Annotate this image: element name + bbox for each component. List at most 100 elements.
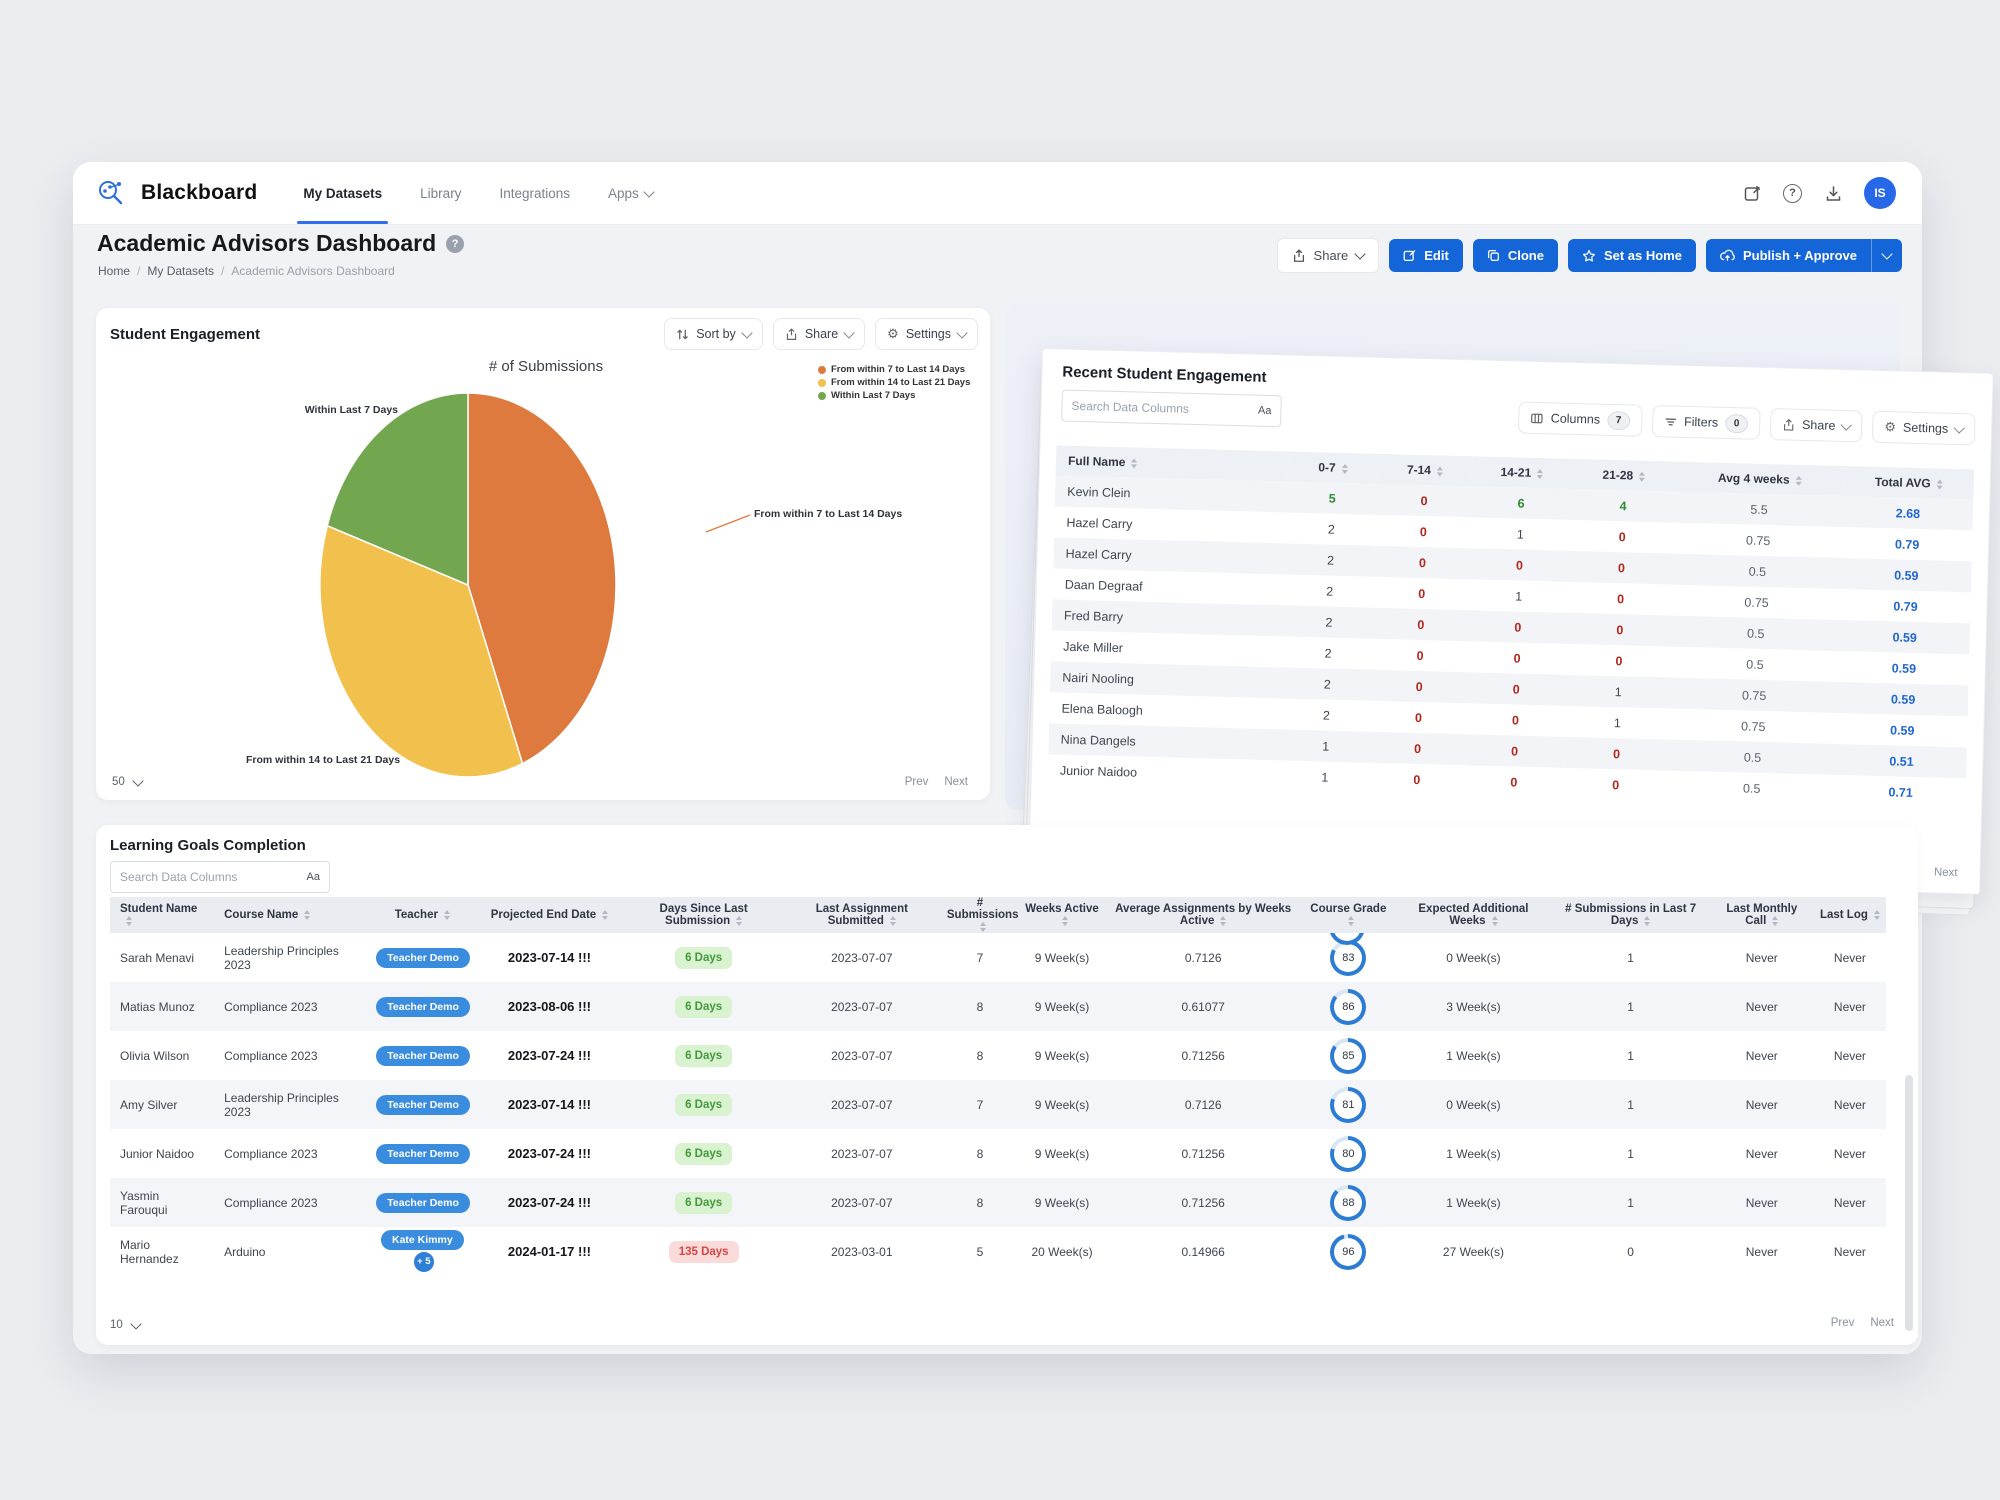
column-header[interactable]: Avg 4 weeks <box>1675 462 1844 496</box>
teacher-pill[interactable]: Teacher Demo <box>376 997 470 1017</box>
sort-toggle[interactable] <box>1348 916 1354 926</box>
sort-toggle[interactable] <box>1492 916 1498 926</box>
sort-toggle[interactable] <box>1131 458 1137 468</box>
column-header[interactable]: Teacher <box>370 897 474 933</box>
sort-toggle[interactable] <box>1874 910 1880 920</box>
breadcrumb-my-datasets[interactable]: My Datasets <box>147 264 214 278</box>
last-monthly-call-cell: Never <box>1710 982 1814 1031</box>
set-as-home-button[interactable]: Set as Home <box>1568 239 1696 272</box>
breadcrumb-home[interactable]: Home <box>98 264 130 278</box>
column-header[interactable]: Expected Additional Weeks <box>1395 897 1551 933</box>
table-row[interactable]: Mario HernandezArduinoKate Kimmy+ 52024-… <box>110 1227 1886 1276</box>
columns-count-badge: 7 <box>1607 410 1630 430</box>
next-button[interactable]: Next <box>944 776 968 788</box>
avg-assignments-cell: 0.61077 <box>1105 982 1301 1031</box>
column-header[interactable]: 21-28 <box>1571 459 1676 492</box>
column-header[interactable]: Average Assignments by Weeks Active <box>1105 897 1301 933</box>
column-header[interactable]: Last Log <box>1814 897 1886 933</box>
next-button[interactable]: Next <box>1870 1317 1894 1329</box>
sort-toggle[interactable] <box>1062 916 1068 926</box>
table-settings-button[interactable]: ⚙ Settings <box>1872 411 1976 446</box>
user-avatar[interactable]: IS <box>1864 177 1896 209</box>
sort-toggle[interactable] <box>602 910 608 920</box>
column-header[interactable]: Last Monthly Call <box>1710 897 1814 933</box>
teacher-pill[interactable]: Teacher Demo <box>376 1144 470 1164</box>
table-row[interactable]: Sarah MenaviLeadership Principles 2023Te… <box>110 933 1886 982</box>
nav-tab-library[interactable]: Library <box>420 162 461 224</box>
page-size-select[interactable]: 10 <box>110 1319 140 1331</box>
download-icon[interactable] <box>1824 184 1842 202</box>
help-icon[interactable]: ? <box>1783 184 1802 203</box>
column-header[interactable]: Days Since Last Submission <box>625 897 783 933</box>
column-header[interactable]: Student Name <box>110 897 214 933</box>
nav-tab-my-datasets[interactable]: My Datasets <box>303 162 382 224</box>
title-help-icon[interactable]: ? <box>446 235 464 253</box>
column-header[interactable]: Weeks Active <box>1019 897 1105 933</box>
next-button[interactable]: Next <box>1934 867 1958 880</box>
sort-toggle[interactable] <box>890 916 896 926</box>
teacher-pill[interactable]: Teacher Demo <box>376 1046 470 1066</box>
teacher-pill[interactable]: Teacher Demo <box>376 1193 470 1213</box>
sort-toggle[interactable] <box>1537 469 1543 479</box>
sort-toggle[interactable] <box>126 916 132 926</box>
submissions-pie-chart[interactable] <box>96 308 990 800</box>
panel-title: Learning Goals Completion <box>110 837 306 854</box>
publish-approve-button[interactable]: Publish + Approve <box>1706 239 1871 272</box>
column-header[interactable]: 14-21 <box>1472 456 1573 489</box>
compose-icon[interactable] <box>1743 184 1761 202</box>
filters-button[interactable]: Filters 0 <box>1652 405 1761 440</box>
projected-end-date-cell: 2023-07-14 !!! <box>474 1080 624 1129</box>
sort-toggle[interactable] <box>736 916 742 926</box>
sort-toggle[interactable] <box>1341 464 1347 474</box>
vertical-scrollbar[interactable] <box>1905 1075 1913 1331</box>
sort-toggle[interactable] <box>1936 479 1942 489</box>
sort-toggle[interactable] <box>1639 472 1645 482</box>
page-size-select[interactable]: 50 <box>112 776 142 788</box>
teacher-extra-badge[interactable]: + 5 <box>412 1250 436 1274</box>
column-header[interactable]: 7-14 <box>1378 454 1473 486</box>
clone-button[interactable]: Clone <box>1473 239 1558 272</box>
table-row[interactable]: Yasmin FarouquiCompliance 2023Teacher De… <box>110 1178 1886 1227</box>
teacher-pill[interactable]: Teacher Demo <box>376 1095 470 1115</box>
sort-toggle[interactable] <box>1220 916 1226 926</box>
nav-tab-apps[interactable]: Apps <box>608 162 653 224</box>
share-button[interactable]: Share <box>1277 238 1380 273</box>
column-header[interactable]: Total AVG <box>1843 466 1974 499</box>
sort-toggle[interactable] <box>444 910 450 920</box>
column-header[interactable]: Course Grade <box>1301 897 1395 933</box>
table-row[interactable]: Olivia WilsonCompliance 2023Teacher Demo… <box>110 1031 1886 1080</box>
publish-more-button[interactable] <box>1871 239 1902 272</box>
column-header[interactable]: 0-7 <box>1288 451 1379 483</box>
teacher-pill[interactable]: Teacher Demo <box>376 948 470 968</box>
table-row[interactable]: Matias MunozCompliance 2023Teacher Demo2… <box>110 982 1886 1031</box>
nav-tab-integrations[interactable]: Integrations <box>499 162 570 224</box>
table-share-button[interactable]: Share <box>1770 408 1863 442</box>
edit-button[interactable]: Edit <box>1389 239 1463 272</box>
value-cell: 0 <box>1463 765 1564 799</box>
sort-toggle[interactable] <box>1772 916 1778 926</box>
column-header[interactable]: # Submissions <box>941 897 1019 933</box>
avg-assignments-cell: 0.71256 <box>1105 1178 1301 1227</box>
teacher-pill[interactable]: Kate Kimmy <box>381 1230 464 1250</box>
search-data-columns-input[interactable]: Search Data Columns Aa <box>1061 390 1282 428</box>
value-cell: 0 <box>1467 610 1568 644</box>
prev-button[interactable]: Prev <box>1831 1317 1855 1329</box>
table-row[interactable]: Junior NaidooCompliance 2023Teacher Demo… <box>110 1129 1886 1178</box>
match-case-toggle[interactable]: Aa <box>1258 405 1272 417</box>
column-header[interactable]: Projected End Date <box>474 897 624 933</box>
table-row[interactable]: Amy SilverLeadership Principles 2023Teac… <box>110 1080 1886 1129</box>
sort-toggle[interactable] <box>1795 476 1801 486</box>
course-name-cell: Leadership Principles 2023 <box>214 933 370 982</box>
sort-toggle[interactable] <box>1437 466 1443 476</box>
column-header[interactable]: Course Name <box>214 897 370 933</box>
search-data-columns-input[interactable]: Search Data Columns Aa <box>110 861 330 893</box>
sort-toggle[interactable] <box>1644 916 1650 926</box>
last-monthly-call-cell: Never <box>1710 1031 1814 1080</box>
sort-toggle[interactable] <box>304 910 310 920</box>
column-header[interactable]: # Submissions in Last 7 Days <box>1552 897 1710 933</box>
prev-button[interactable]: Prev <box>905 776 929 788</box>
match-case-toggle[interactable]: Aa <box>307 871 320 883</box>
columns-button[interactable]: Columns 7 <box>1518 402 1642 437</box>
sort-toggle[interactable] <box>980 922 986 932</box>
column-header[interactable]: Last Assignment Submitted <box>783 897 941 933</box>
